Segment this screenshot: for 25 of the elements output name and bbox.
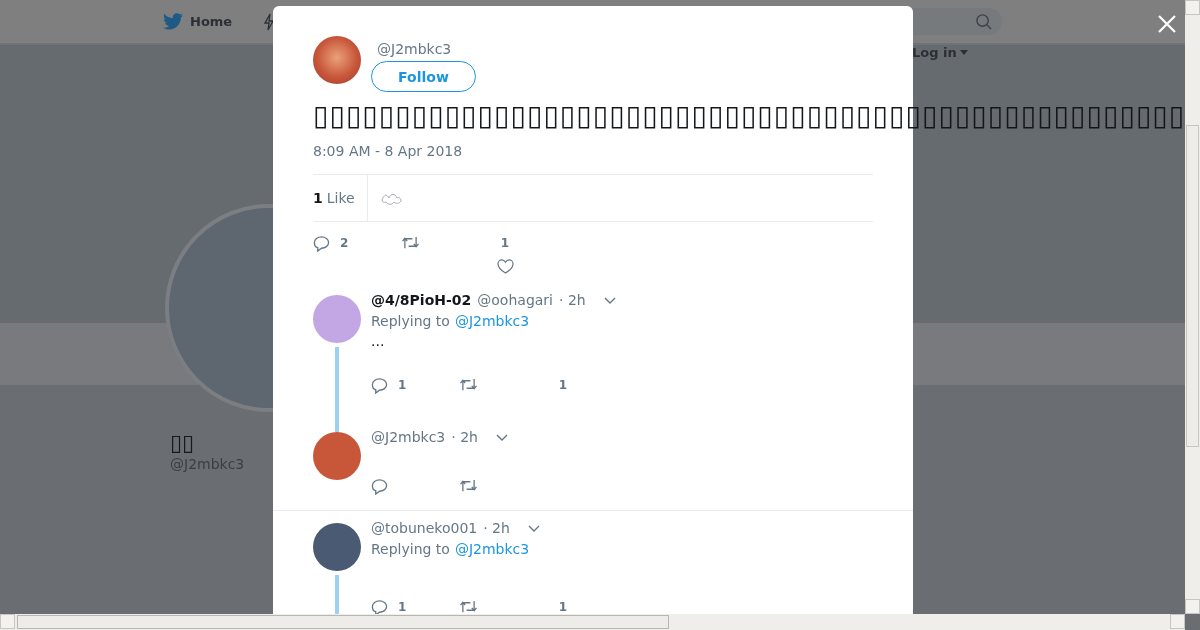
display-name[interactable]: @4/8PioH-02: [371, 292, 472, 308]
like-count: 1: [500, 235, 510, 252]
login-link[interactable]: Log in: [912, 45, 968, 60]
reply-time[interactable]: · 2h: [451, 429, 478, 445]
likes-count[interactable]: 1 Like: [313, 175, 368, 221]
reply-count: 1: [398, 377, 407, 394]
tweet-timestamp[interactable]: 8:09 AM - 8 Apr 2018: [313, 143, 873, 175]
mention-link[interactable]: @J2mbkc3: [454, 541, 530, 557]
replying-to-label: Replying to: [371, 313, 450, 329]
follow-button[interactable]: Follow: [371, 61, 476, 92]
replying-to-label: Replying to: [371, 541, 450, 557]
user-handle[interactable]: @J2mbkc3: [371, 429, 446, 445]
user-handle[interactable]: @oohagari: [477, 292, 553, 308]
like-count: 1: [558, 377, 568, 394]
profile-name: ▯▯: [170, 430, 195, 456]
reply-time[interactable]: · 2h: [559, 292, 586, 308]
reply-count: 1: [398, 599, 407, 616]
user-handle[interactable]: @tobuneko001: [371, 520, 478, 536]
home-link[interactable]: Home: [163, 13, 233, 30]
user-handle[interactable]: @J2mbkc3: [377, 41, 452, 57]
reply-time[interactable]: · 2h: [483, 520, 510, 536]
like-count: 1: [558, 599, 568, 616]
reply-text: ...: [371, 333, 386, 351]
reply-count: 2: [340, 235, 349, 252]
mention-link[interactable]: @J2mbkc3: [454, 313, 530, 329]
